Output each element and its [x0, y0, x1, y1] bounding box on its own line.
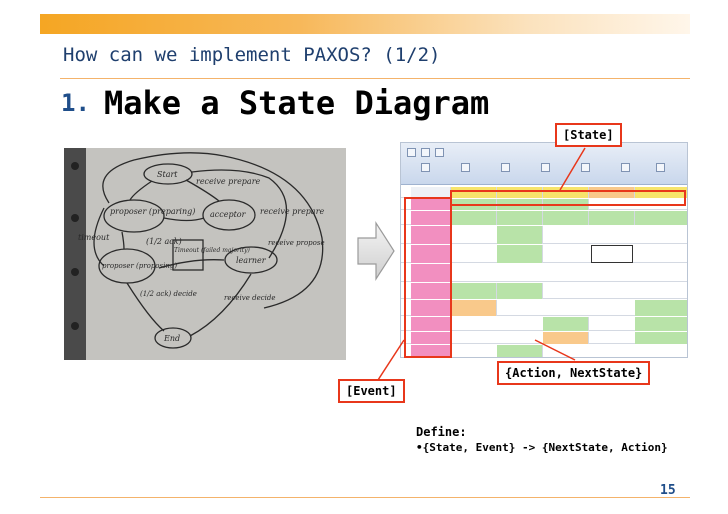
event-column-highlight: [404, 197, 452, 358]
sketch-label-timeout-failed: Timeout (failed majority): [174, 247, 251, 254]
sketch-label-acceptor: acceptor: [210, 210, 247, 219]
styles-icon: [581, 163, 590, 172]
action-cell: [635, 332, 687, 344]
sketch-label-receive-propose: receive propose: [268, 239, 325, 247]
spreadsheet-ribbon: [401, 143, 687, 185]
action-cell: [451, 300, 497, 316]
slide-title: How can we implement PAXOS? (1/2): [63, 44, 441, 66]
selected-cell: [591, 245, 633, 263]
action-cell: [451, 283, 497, 299]
action-cell: [543, 211, 589, 225]
hand-drawn-state-diagram-photo: Start receive prepare proposer (preparin…: [64, 148, 346, 360]
action-cell: [497, 226, 543, 244]
action-cell: [635, 300, 687, 316]
sketch-label-learner: learner: [236, 256, 267, 265]
action-cell: [635, 317, 687, 331]
state-header-highlight: [450, 190, 686, 206]
sketch-label-timeout: timeout: [78, 233, 110, 242]
sketch-label-receive-decide: receive decide: [224, 294, 276, 302]
sketch-label-end: End: [163, 334, 180, 343]
sketch-label-ack-decide: (1/2 ack) decide: [140, 290, 197, 298]
action-cell: [497, 345, 543, 357]
title-divider: [60, 78, 690, 79]
sketch-label-proposer-proposing: proposer (proposing): [102, 262, 177, 270]
heading-number: 1.: [61, 89, 90, 117]
editing-icon: [656, 163, 665, 172]
action-cell: [543, 317, 589, 331]
action-cell: [543, 332, 589, 344]
action-cell: [589, 211, 635, 225]
office-button-icon: [407, 148, 416, 157]
sketch-label-proposer-preparing: proposer (preparing): [110, 207, 195, 216]
action-cell: [635, 211, 687, 225]
action-cell: [497, 211, 543, 225]
number-format-icon: [541, 163, 550, 172]
heading-text: Make a State Diagram: [104, 84, 490, 122]
font-icon: [461, 163, 470, 172]
action-cell: [451, 211, 497, 225]
title-accent-bar: [40, 14, 690, 34]
page-number: 15: [660, 483, 676, 498]
cells-icon: [621, 163, 630, 172]
footer-divider: [40, 497, 690, 498]
sketch-label-start: Start: [157, 170, 178, 179]
state-callout-label: [State]: [555, 123, 622, 147]
sketch-drawing: Start receive prepare proposer (preparin…: [64, 148, 346, 360]
sketch-label-receive-prepare: receive prepare: [196, 177, 261, 186]
undo-icon: [435, 148, 444, 157]
align-icon: [501, 163, 510, 172]
action-cell: [497, 245, 543, 263]
sketch-label-receive-prepare-2: receive prepare: [260, 207, 325, 216]
event-callout-label: [Event]: [338, 379, 405, 403]
save-icon: [421, 148, 430, 157]
action-cell: [497, 283, 543, 299]
right-arrow-icon: [357, 220, 395, 282]
definition-label: Define:: [416, 425, 467, 439]
sketch-label-half-ack: (1/2 ack): [146, 237, 182, 246]
definition-rule: •{State, Event} -> {NextState, Action}: [416, 441, 668, 454]
action-next-state-callout-label: {Action, NextState}: [497, 361, 651, 385]
paste-icon: [421, 163, 430, 172]
